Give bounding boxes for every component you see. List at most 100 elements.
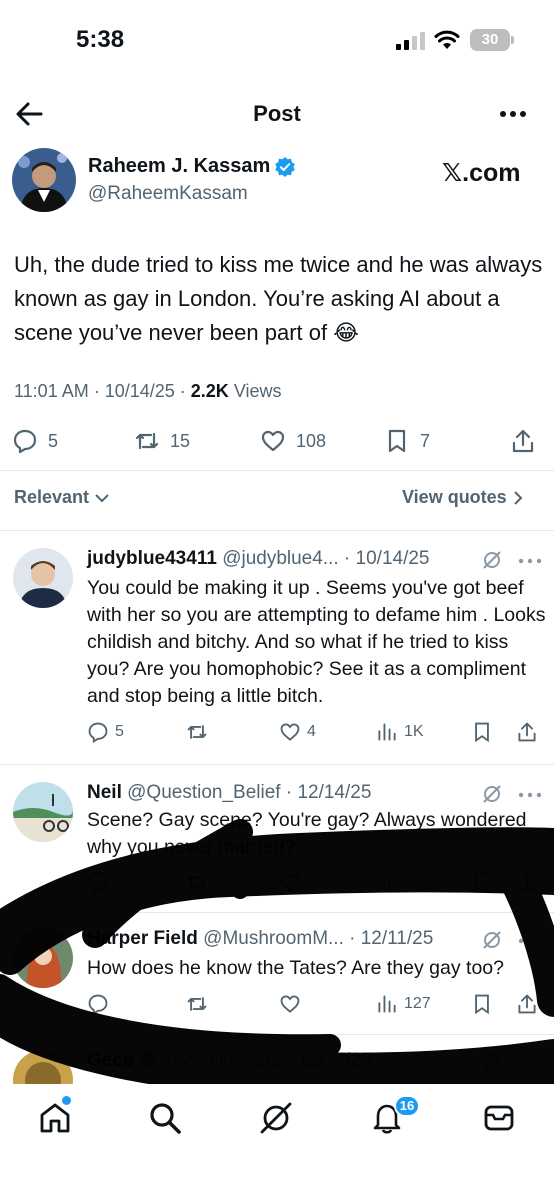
grok-icon[interactable] [482,1052,502,1072]
verified-badge-icon [275,157,295,177]
chevron-right-icon [514,491,523,505]
repost-button[interactable] [186,993,208,1015]
reply-text: You could be making it up . Seems you've… [87,577,546,707]
reply-button[interactable] [87,871,109,893]
heart-icon [280,995,300,1013]
like-button[interactable]: 108 [260,426,326,456]
reply-name[interactable]: judyblue43411 [87,548,217,569]
share-button[interactable] [516,721,538,743]
share-icon [518,994,536,1014]
reply-avatar[interactable] [13,782,73,842]
more-options-icon[interactable] [517,556,543,566]
views-button[interactable]: 127 [376,993,431,1015]
reply-text: Scene? Gay scene? You're gay? Always won… [87,809,527,858]
bookmark-button[interactable] [471,721,493,743]
share-button[interactable] [516,871,538,893]
heart-icon [261,430,285,452]
views-count: 1K [404,723,424,740]
bookmark-icon [475,994,489,1015]
home-unread-dot [62,1096,71,1105]
share-icon [518,872,536,892]
reply-icon [88,994,108,1015]
views-count: 127 [404,995,431,1012]
share-icon [518,722,536,742]
reply-count: 5 [48,430,59,451]
share-button[interactable] [516,993,538,1015]
reply-header: Gece @Withinyears · 12/14/25 [87,1050,371,1072]
home-icon[interactable] [38,1101,72,1135]
reply-count: 5 [115,723,124,740]
more-options-icon[interactable] [517,1058,543,1068]
reply-name[interactable]: Gece [87,1050,133,1071]
reply-handle[interactable]: @Question_Belief · 12/14/25 [127,782,371,803]
post-text: Uh, the dude tried to kiss me twice and … [14,252,543,345]
more-options-icon[interactable] [498,102,528,126]
author-handle[interactable]: @RaheemKassam [88,183,248,205]
repost-button[interactable] [186,871,208,893]
views-button[interactable]: 1K [376,721,424,743]
more-options-icon[interactable] [517,790,543,800]
share-icon [512,429,534,453]
divider [0,912,554,913]
search-icon[interactable] [148,1101,182,1135]
share-button[interactable] [510,426,536,456]
grok-icon[interactable] [482,930,502,950]
bookmark-button[interactable] [471,871,493,893]
repost-icon [187,875,207,889]
divider [0,470,554,471]
post-views-count[interactable]: 2.2K [191,381,229,401]
reply-icon [13,429,37,454]
reply-text: How does he know the Tates? Are they gay… [87,957,504,979]
x-com-watermark: 𝕏.com [442,159,521,187]
like-button[interactable]: 4 [279,721,316,743]
like-button[interactable] [279,993,301,1015]
bookmark-icon [475,722,489,743]
reply-icon [88,722,108,743]
reply-name[interactable]: Harper Field [87,928,198,949]
repost-icon [187,725,207,739]
like-button[interactable] [279,871,301,893]
repost-button[interactable]: 15 [134,426,190,456]
reply-header: Harper Field @MushroomM... · 12/11/25 [87,928,433,950]
more-options-icon[interactable] [517,936,543,946]
reply-avatar[interactable] [13,548,73,608]
repost-icon [187,997,207,1011]
reply-handle[interactable]: @judyblue4... · 10/14/25 [222,548,429,569]
reply-button[interactable]: 5 [87,721,124,743]
reply-name[interactable]: Neil [87,782,122,803]
reply-handle[interactable]: @MushroomM... · 12/11/25 [203,928,433,949]
view-quotes-link[interactable]: View quotes [402,487,524,508]
chevron-down-icon [95,494,109,503]
notifications-badge: 16 [394,1095,420,1117]
grok-icon[interactable] [482,550,502,570]
page-title: Post [253,101,301,126]
sort-relevant-dropdown[interactable]: Relevant [14,487,110,508]
reply-header: Neil @Question_Belief · 12/14/25 [87,782,371,804]
reply-handle[interactable]: @Withinyears · 12/14/25 [162,1050,371,1071]
divider [0,1034,554,1035]
views-button[interactable]: 48 [376,871,422,893]
reply-header: judyblue43411 @judyblue4... · 10/14/25 [87,548,430,570]
analytics-icon [378,873,396,891]
bookmark-icon [475,872,489,893]
divider [0,530,554,531]
bookmark-button[interactable]: 7 [384,426,430,456]
grok-icon[interactable] [259,1101,293,1135]
messages-icon[interactable] [482,1101,516,1135]
post-meta: 11:01 AM · 10/14/25 · 2.2K Views [14,381,282,402]
like-count: 108 [296,430,327,451]
repost-button[interactable] [186,721,214,743]
author-name[interactable]: Raheem J. Kassam [88,155,270,178]
cellular-signal-icon [396,32,425,50]
battery-indicator: 30 [470,29,510,51]
heart-icon [280,873,300,891]
reply-avatar[interactable] [13,928,73,988]
grok-icon[interactable] [482,784,502,804]
views-count: 48 [404,873,422,890]
reply-button[interactable] [87,993,109,1015]
author-avatar[interactable] [12,148,76,212]
post-timestamp: 11:01 AM · 10/14/25 · [14,381,191,401]
reply-button[interactable]: 5 [12,426,58,456]
bookmark-icon [388,429,406,453]
bookmark-button[interactable] [471,993,493,1015]
